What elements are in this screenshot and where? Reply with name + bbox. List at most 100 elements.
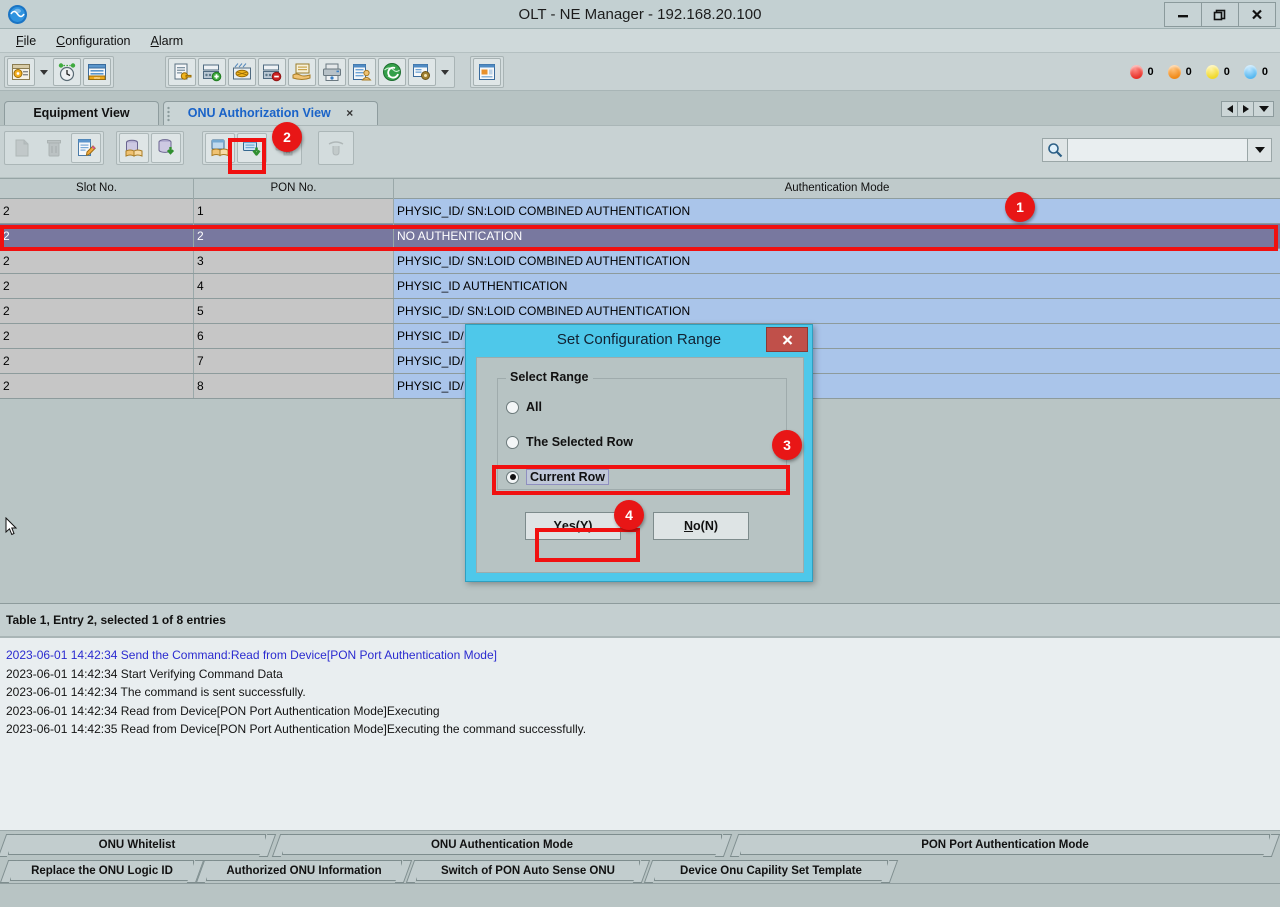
command-log-pane[interactable]: 2023-06-01 14:42:34 Send the Command:Rea… xyxy=(0,636,1280,831)
edit-row-icon[interactable] xyxy=(71,133,101,163)
warning-alarm-count: 0 xyxy=(1262,66,1268,78)
radio-option-current-row[interactable]: Current Row xyxy=(506,467,609,487)
menu-configuration[interactable]: Configuration xyxy=(46,31,140,51)
table-status-text: Table 1, Entry 2, selected 1 of 8 entrie… xyxy=(0,603,1280,636)
annotation-badge-1-label: 1 xyxy=(1016,199,1024,215)
maximize-button[interactable] xyxy=(1201,2,1239,27)
cell-authentication-mode: PHYSIC_ID/ SN:LOID COMBINED AUTHENTICATI… xyxy=(394,249,1280,273)
report-settings-icon[interactable] xyxy=(408,58,436,86)
table-row[interactable]: 2 4 PHYSIC_ID AUTHENTICATION xyxy=(0,274,1280,299)
menu-file[interactable]: File xyxy=(6,31,46,51)
tab-scroll-left-button[interactable] xyxy=(1221,101,1238,117)
column-header-pon-no[interactable]: PON No. xyxy=(194,179,394,199)
table-row[interactable]: 2 5 PHYSIC_ID/ SN:LOID COMBINED AUTHENTI… xyxy=(0,299,1280,324)
cell-pon-no: 7 xyxy=(194,349,394,373)
bottom-tab-replace-onu-logic-id[interactable]: Replace the ONU Logic ID xyxy=(10,860,194,881)
globe-refresh-icon[interactable] xyxy=(378,58,406,86)
save-to-database-icon[interactable] xyxy=(151,133,181,163)
cell-pon-no: 6 xyxy=(194,324,394,348)
read-from-device-icon[interactable] xyxy=(205,133,235,163)
cell-slot-no: 2 xyxy=(0,349,194,373)
cell-slot-no: 2 xyxy=(0,274,194,298)
cell-pon-no: 8 xyxy=(194,374,394,398)
tab-scroll-right-button[interactable] xyxy=(1237,101,1254,117)
write-to-device-icon[interactable] xyxy=(237,133,267,163)
view-toolbar-group-refresh xyxy=(318,131,354,165)
cell-slot-no: 2 xyxy=(0,224,194,248)
menu-alarm[interactable]: Alarm xyxy=(141,31,194,51)
column-header-authentication-mode[interactable]: Authentication Mode xyxy=(394,179,1280,199)
bottom-tab-device-onu-capility-set-template[interactable]: Device Onu Capility Set Template xyxy=(654,860,888,881)
minimize-button[interactable] xyxy=(1164,2,1202,27)
dialog-body: Select Range All The Selected Row Curren… xyxy=(476,357,804,573)
add-device-icon[interactable] xyxy=(198,58,226,86)
window-controls xyxy=(1165,2,1276,27)
main-toolbar: onu xyxy=(0,53,1280,91)
tab-onu-authorization-view[interactable]: ONU Authorization View × xyxy=(163,101,378,125)
radio-current-row-icon[interactable] xyxy=(506,471,519,484)
radio-all-icon[interactable] xyxy=(506,401,519,414)
column-header-slot-no[interactable]: Slot No. xyxy=(0,179,194,199)
window-title: OLT - NE Manager - 192.168.20.100 xyxy=(0,0,1280,29)
search-dropdown-button[interactable] xyxy=(1248,138,1272,162)
onu-list-icon[interactable]: onu xyxy=(83,58,111,86)
radio-option-all[interactable]: All xyxy=(506,397,542,417)
menu-file-label: ile xyxy=(24,34,37,48)
tab-list-dropdown-button[interactable] xyxy=(1253,101,1274,117)
tab-onu-authorization-view-label: ONU Authorization View xyxy=(188,106,331,120)
timer-sync-icon[interactable] xyxy=(53,58,81,86)
log-line: 2023-06-01 14:42:34 Send the Command:Rea… xyxy=(6,646,1274,665)
device-settings-dropdown-icon[interactable] xyxy=(37,58,51,86)
dialog-title: Set Configuration Range xyxy=(466,325,812,354)
bottom-tab-switch-of-pon-auto-sense-onu[interactable]: Switch of PON Auto Sense ONU xyxy=(416,860,640,881)
device-hand-icon[interactable] xyxy=(288,58,316,86)
no-button-mnemonic: N xyxy=(684,519,693,533)
cell-pon-no: 1 xyxy=(194,199,394,223)
radio-the-selected-row-icon[interactable] xyxy=(506,436,519,449)
annotation-badge-2: 2 xyxy=(272,122,302,152)
network-discovery-icon[interactable] xyxy=(228,58,256,86)
device-settings-icon[interactable] xyxy=(7,58,35,86)
search-input[interactable] xyxy=(1068,139,1247,161)
radio-all-label: All xyxy=(526,400,542,414)
search-icon[interactable] xyxy=(1042,138,1068,162)
no-button[interactable]: No(N) xyxy=(653,512,749,540)
user-profile-icon[interactable] xyxy=(348,58,376,86)
cell-pon-no: 2 xyxy=(194,224,394,248)
warning-alarm-led xyxy=(1244,65,1257,79)
delete-device-icon[interactable] xyxy=(258,58,286,86)
no-button-label: o(N) xyxy=(693,519,718,533)
tab-equipment-view[interactable]: Equipment View xyxy=(4,101,159,125)
bottom-tab-onu-whitelist[interactable]: ONU Whitelist xyxy=(8,834,266,855)
authorization-key-icon[interactable] xyxy=(168,58,196,86)
application-window: OLT - NE Manager - 192.168.20.100 File C… xyxy=(0,0,1280,907)
delete-row-icon[interactable] xyxy=(39,133,69,163)
window-layout-icon[interactable] xyxy=(473,58,501,86)
view-tab-strip: Equipment View ONU Authorization View × xyxy=(0,100,1280,125)
cell-slot-no: 2 xyxy=(0,374,194,398)
cell-authentication-mode: PHYSIC_ID AUTHENTICATION xyxy=(394,274,1280,298)
refresh-hand-icon[interactable] xyxy=(321,133,351,163)
bottom-tab-pon-port-authentication-mode[interactable]: PON Port Authentication Mode xyxy=(740,834,1270,855)
printer-icon[interactable] xyxy=(318,58,346,86)
dialog-close-button[interactable] xyxy=(766,327,808,352)
add-row-icon[interactable] xyxy=(7,133,37,163)
close-button[interactable] xyxy=(1238,2,1276,27)
cell-pon-no: 5 xyxy=(194,299,394,323)
cell-authentication-mode: PHYSIC_ID/ SN:LOID COMBINED AUTHENTICATI… xyxy=(394,299,1280,323)
table-row[interactable]: 2 3 PHYSIC_ID/ SN:LOID COMBINED AUTHENTI… xyxy=(0,249,1280,274)
search-bar xyxy=(1042,138,1272,162)
bottom-tab-onu-authentication-mode[interactable]: ONU Authentication Mode xyxy=(282,834,722,855)
bottom-tab-authorized-onu-information[interactable]: Authorized ONU Information xyxy=(206,860,402,881)
table-row[interactable]: 2 1 PHYSIC_ID/ SN:LOID COMBINED AUTHENTI… xyxy=(0,199,1280,224)
tab-close-icon[interactable]: × xyxy=(346,106,353,120)
table-row-selected[interactable]: 2 2 NO AUTHENTICATION xyxy=(0,224,1280,249)
tab-drag-grip[interactable] xyxy=(167,106,170,122)
tab-strip-nav xyxy=(1222,101,1274,117)
radio-option-the-selected-row[interactable]: The Selected Row xyxy=(506,432,633,452)
read-from-database-icon[interactable] xyxy=(119,133,149,163)
report-settings-dropdown-icon[interactable] xyxy=(438,58,452,86)
log-line: 2023-06-01 14:42:35 Read from Device[PON… xyxy=(6,720,1274,739)
cell-authentication-mode: NO AUTHENTICATION xyxy=(394,224,1280,248)
yes-button[interactable]: Yes(Y) xyxy=(525,512,621,540)
